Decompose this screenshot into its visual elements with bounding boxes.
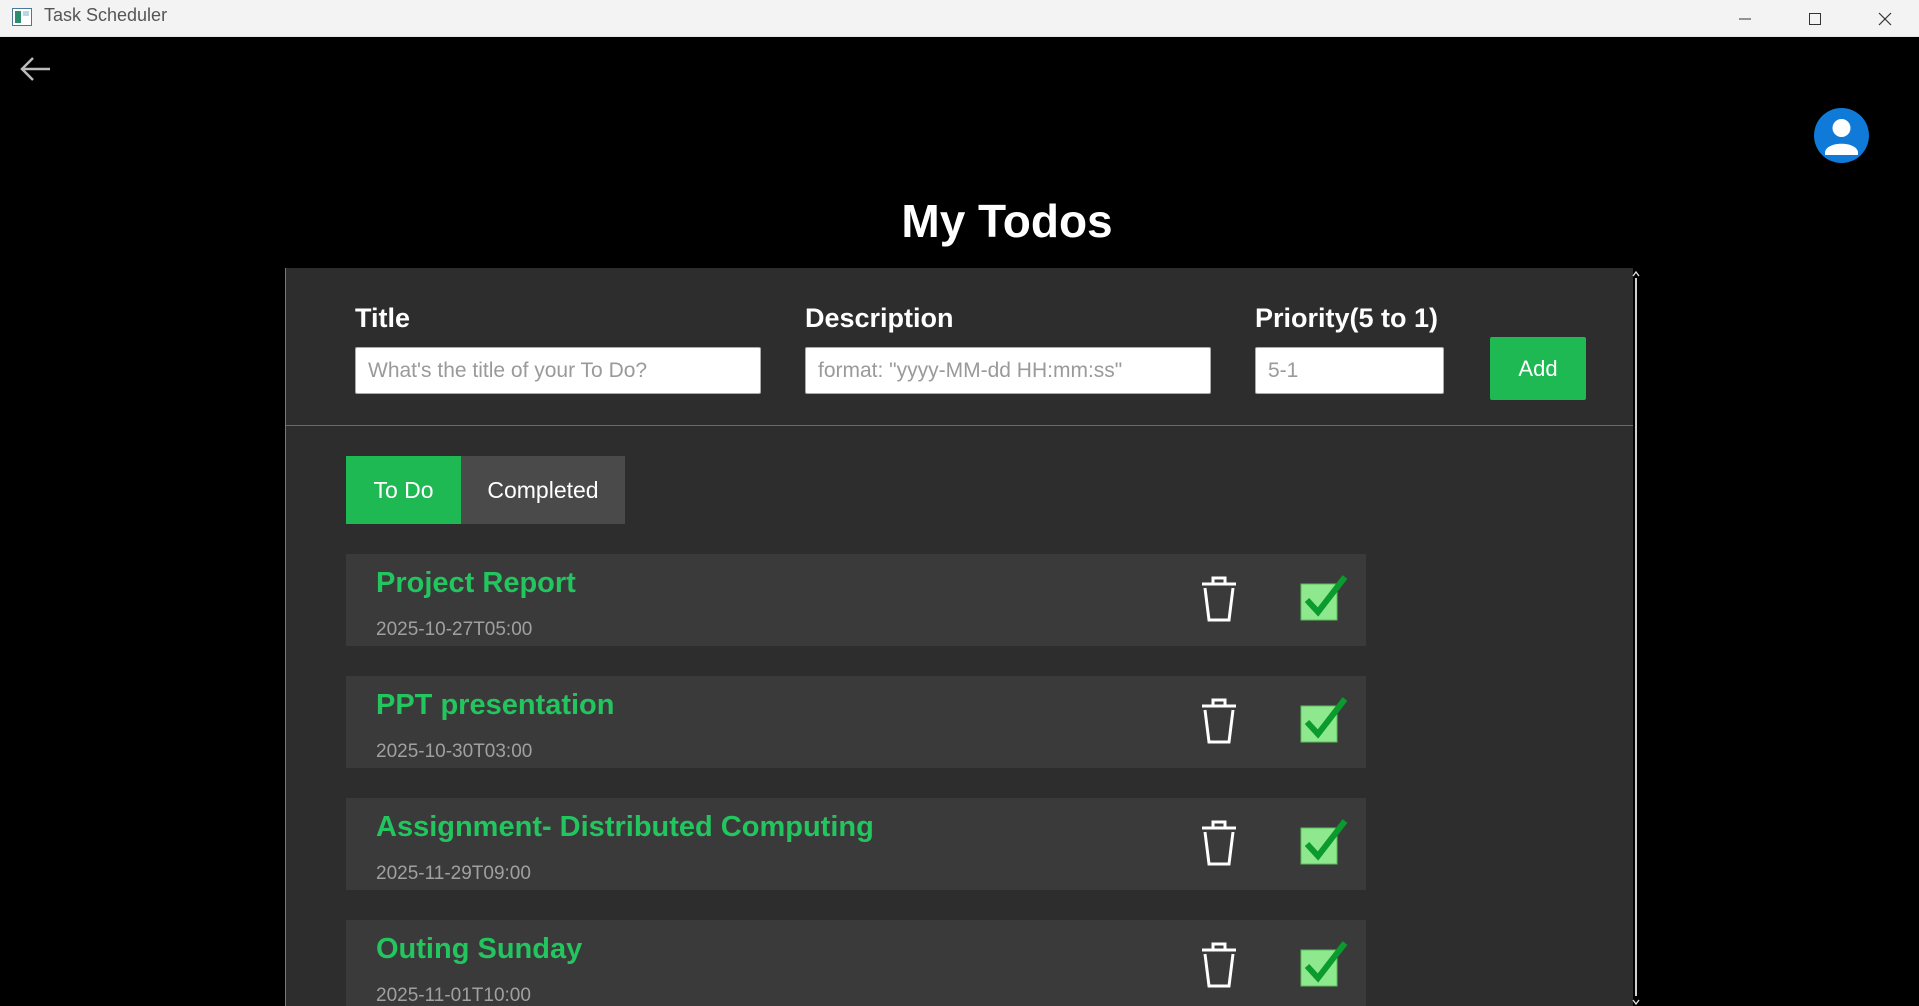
todo-title: Outing Sunday xyxy=(376,933,583,965)
status-tabs: To Do Completed xyxy=(346,456,625,524)
add-button[interactable]: Add xyxy=(1490,337,1586,400)
minimize-icon xyxy=(1739,18,1751,19)
add-todo-form: Title Description Priority(5 to 1) Add xyxy=(286,268,1633,426)
todo-title: PPT presentation xyxy=(376,689,615,721)
checkbox-checked-icon[interactable] xyxy=(1299,818,1349,868)
scroll-up-icon[interactable] xyxy=(1632,270,1640,278)
priority-label: Priority(5 to 1) xyxy=(1255,303,1439,333)
trash-icon[interactable] xyxy=(1199,818,1239,868)
scrollbar-track[interactable] xyxy=(1635,278,1637,996)
todo-panel: Title Description Priority(5 to 1) Add T… xyxy=(285,268,1633,1006)
todo-date: 2025-10-30T03:00 xyxy=(376,741,533,762)
window-titlebar: Task Scheduler xyxy=(0,0,1919,37)
todo-list: Project Report 2025-10-27T05:00 PPT pres… xyxy=(346,554,1366,1006)
todo-date: 2025-11-29T09:00 xyxy=(376,863,531,884)
tab-todo[interactable]: To Do xyxy=(346,456,461,524)
window-title: Task Scheduler xyxy=(44,5,168,25)
page-title: My Todos xyxy=(901,195,1113,247)
todo-date: 2025-11-01T10:00 xyxy=(376,985,531,1006)
trash-icon[interactable] xyxy=(1199,696,1239,746)
todo-item: PPT presentation 2025-10-30T03:00 xyxy=(346,676,1366,768)
title-label: Title xyxy=(355,303,411,333)
todo-title: Assignment- Distributed Computing xyxy=(376,811,874,843)
maximize-icon xyxy=(1809,12,1821,25)
close-button[interactable] xyxy=(1850,0,1919,37)
checkbox-checked-icon[interactable] xyxy=(1299,696,1349,746)
vertical-scrollbar[interactable] xyxy=(1632,270,1640,1006)
minimize-button[interactable] xyxy=(1710,0,1780,37)
scroll-down-icon[interactable] xyxy=(1632,998,1640,1006)
close-icon xyxy=(1878,12,1892,25)
arrow-left-icon[interactable] xyxy=(18,53,54,85)
checkbox-checked-icon[interactable] xyxy=(1299,940,1349,990)
todo-item: Outing Sunday 2025-11-01T10:00 xyxy=(346,920,1366,1006)
title-input[interactable] xyxy=(355,347,761,394)
todo-date: 2025-10-27T05:00 xyxy=(376,619,533,640)
trash-icon[interactable] xyxy=(1199,574,1239,624)
description-input[interactable] xyxy=(805,347,1211,394)
trash-icon[interactable] xyxy=(1199,940,1239,990)
priority-input[interactable] xyxy=(1255,347,1444,394)
todo-title: Project Report xyxy=(376,567,576,599)
todo-item: Project Report 2025-10-27T05:00 xyxy=(346,554,1366,646)
user-icon xyxy=(1825,119,1858,155)
maximize-button[interactable] xyxy=(1780,0,1850,37)
description-label: Description xyxy=(805,303,954,333)
app-icon xyxy=(12,8,32,26)
checkbox-checked-icon[interactable] xyxy=(1299,574,1349,624)
tab-completed[interactable]: Completed xyxy=(461,456,625,524)
todo-item: Assignment- Distributed Computing 2025-1… xyxy=(346,798,1366,890)
user-avatar[interactable] xyxy=(1814,108,1869,163)
